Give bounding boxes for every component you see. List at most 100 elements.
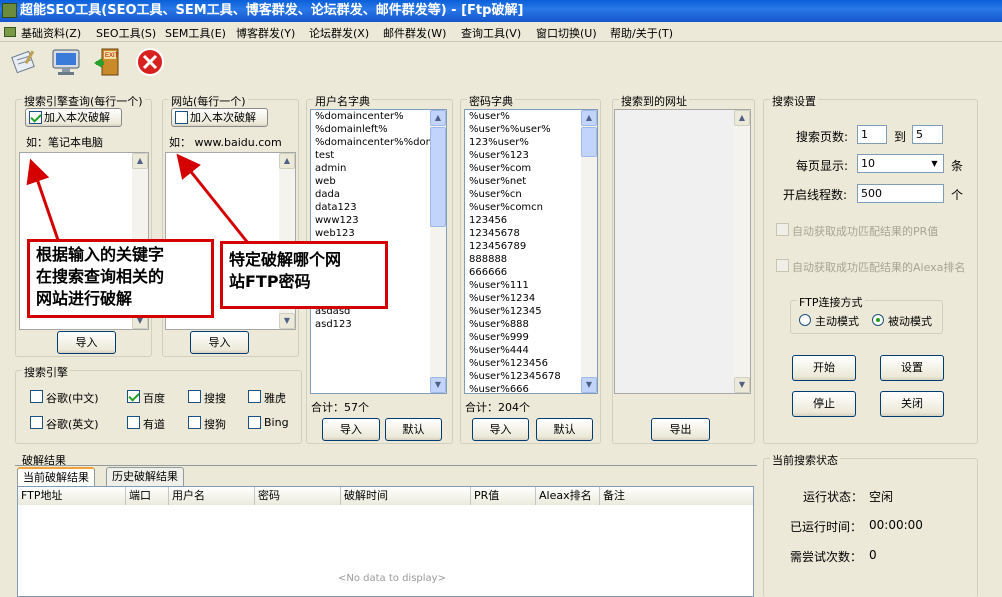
col-crack-time[interactable]: 破解时间 [341,487,471,505]
list-item[interactable]: %user%123456 [465,357,597,370]
scroll-up-icon[interactable]: ▲ [430,110,446,126]
list-item[interactable]: %user%comcn [465,201,597,214]
password-scrollbar[interactable]: ▲ ▼ [581,110,597,393]
monitor-icon[interactable] [50,46,82,78]
chevron-down-icon[interactable]: ▼ [927,156,942,171]
username-default-button[interactable]: 默认 [385,418,442,441]
col-username[interactable]: 用户名 [169,487,255,505]
list-item[interactable]: 12345678 [465,227,597,240]
list-item[interactable]: admin [311,162,446,175]
menu-item-window[interactable]: 窗口切换(U) [536,25,597,41]
col-port[interactable]: 端口 [126,487,169,505]
list-item[interactable]: www123 [311,214,446,227]
engine-baidu-checkbox[interactable] [127,390,140,403]
close-button[interactable]: 关闭 [880,391,944,417]
exit-door-icon[interactable]: EXIT [92,46,124,78]
auto-alexa-checkbox[interactable] [776,259,789,272]
username-import-button[interactable]: 导入 [322,418,380,441]
engine-bing-checkbox[interactable] [248,416,261,429]
scroll-up-icon[interactable]: ▲ [132,153,148,169]
menu-item-query[interactable]: 查询工具(V) [461,25,521,41]
engine-sogou-checkbox[interactable] [188,416,201,429]
tab-history-results[interactable]: 历史破解结果 [106,467,184,486]
close-red-icon[interactable] [134,46,166,78]
website-include-checkbox[interactable] [175,111,188,124]
menu-item-sem[interactable]: SEM工具(E) [165,25,226,41]
search-query-include-button[interactable]: 加入本次破解 [25,108,122,127]
found-urls-scrollbar[interactable]: ▲ ▼ [734,110,750,393]
scroll-up-icon[interactable]: ▲ [734,110,750,126]
list-item[interactable]: 123456789 [465,240,597,253]
password-default-button[interactable]: 默认 [536,418,593,441]
scroll-up-icon[interactable]: ▲ [581,110,597,126]
list-item[interactable]: 123456 [465,214,597,227]
page-to-input[interactable]: 5 [912,125,943,144]
list-item[interactable]: %domaincenter%%domai [311,136,446,149]
mode-passive-radio[interactable] [872,314,884,326]
search-query-import-button[interactable]: 导入 [57,331,116,354]
list-item[interactable]: web [311,175,446,188]
list-item[interactable]: %user% [465,110,597,123]
website-import-button[interactable]: 导入 [190,331,249,354]
username-scrollbar[interactable]: ▲ ▼ [430,110,446,393]
list-item[interactable]: web123 [311,227,446,240]
stop-button[interactable]: 停止 [792,391,856,417]
scroll-thumb[interactable] [581,127,597,157]
setup-button[interactable]: 设置 [880,355,944,381]
list-item[interactable]: dada [311,188,446,201]
search-query-include-checkbox[interactable] [29,111,42,124]
list-item[interactable]: %user%com [465,162,597,175]
engine-youdao-checkbox[interactable] [127,416,140,429]
list-item[interactable]: %user%net [465,175,597,188]
menu-item-forum[interactable]: 论坛群发(X) [309,25,369,41]
list-item[interactable]: %user%444 [465,344,597,357]
scroll-thumb[interactable] [430,127,446,227]
list-item[interactable]: %user%999 [465,331,597,344]
password-listbox[interactable]: %user% %user%%user% 123%user% %user%123 %use… [464,109,598,394]
menu-item-seo[interactable]: SEO工具(S) [96,25,156,41]
found-urls-listbox[interactable]: ▲ ▼ [614,109,751,394]
col-alexa[interactable]: Aleax排名 [536,487,600,505]
list-item[interactable]: %domaincenter% [311,110,446,123]
col-pr[interactable]: PR值 [471,487,536,505]
export-button[interactable]: 导出 [651,418,710,441]
password-import-button[interactable]: 导入 [472,418,529,441]
tab-current-results[interactable]: 当前破解结果 [17,467,95,487]
list-item[interactable]: data123 [311,201,446,214]
col-password[interactable]: 密码 [255,487,341,505]
menu-item-help[interactable]: 帮助/关于(T) [610,25,673,41]
menu-item-mail[interactable]: 邮件群发(W) [383,25,446,41]
page-from-input[interactable]: 1 [857,125,887,144]
mode-active-radio[interactable] [799,314,811,326]
menu-item-basic[interactable]: 基础资料(Z) [21,25,81,41]
engine-google-en-checkbox[interactable] [30,416,43,429]
notepad-icon[interactable] [8,46,40,78]
list-item[interactable]: 123%user% [465,136,597,149]
list-item[interactable]: %user%666 [465,383,597,393]
list-item[interactable]: %user%%user% [465,123,597,136]
website-include-button[interactable]: 加入本次破解 [171,108,268,127]
engine-soso-checkbox[interactable] [188,390,201,403]
list-item[interactable]: test [311,149,446,162]
list-item[interactable]: %domainleft% [311,123,446,136]
list-item[interactable]: asd123 [311,318,446,331]
list-item[interactable]: 666666 [465,266,597,279]
list-item[interactable]: %user%12345678 [465,370,597,383]
list-item[interactable]: %user%cn [465,188,597,201]
engine-yahoo-checkbox[interactable] [248,390,261,403]
col-ftp-address[interactable]: FTP地址 [18,487,126,505]
per-page-select[interactable]: 10 ▼ [857,154,944,173]
list-item[interactable]: %user%1234 [465,292,597,305]
start-button[interactable]: 开始 [792,355,856,381]
list-item[interactable]: %user%111 [465,279,597,292]
col-notes[interactable]: 备注 [600,487,753,505]
threads-input[interactable]: 500 [857,184,944,203]
scroll-down-icon[interactable]: ▼ [279,313,295,329]
auto-pr-checkbox[interactable] [776,223,789,236]
list-item[interactable]: %user%123 [465,149,597,162]
list-item[interactable]: %user%888 [465,318,597,331]
scroll-down-icon[interactable]: ▼ [734,377,750,393]
engine-google-cn-checkbox[interactable] [30,390,43,403]
list-item[interactable]: 888888 [465,253,597,266]
scroll-up-icon[interactable]: ▲ [279,153,295,169]
